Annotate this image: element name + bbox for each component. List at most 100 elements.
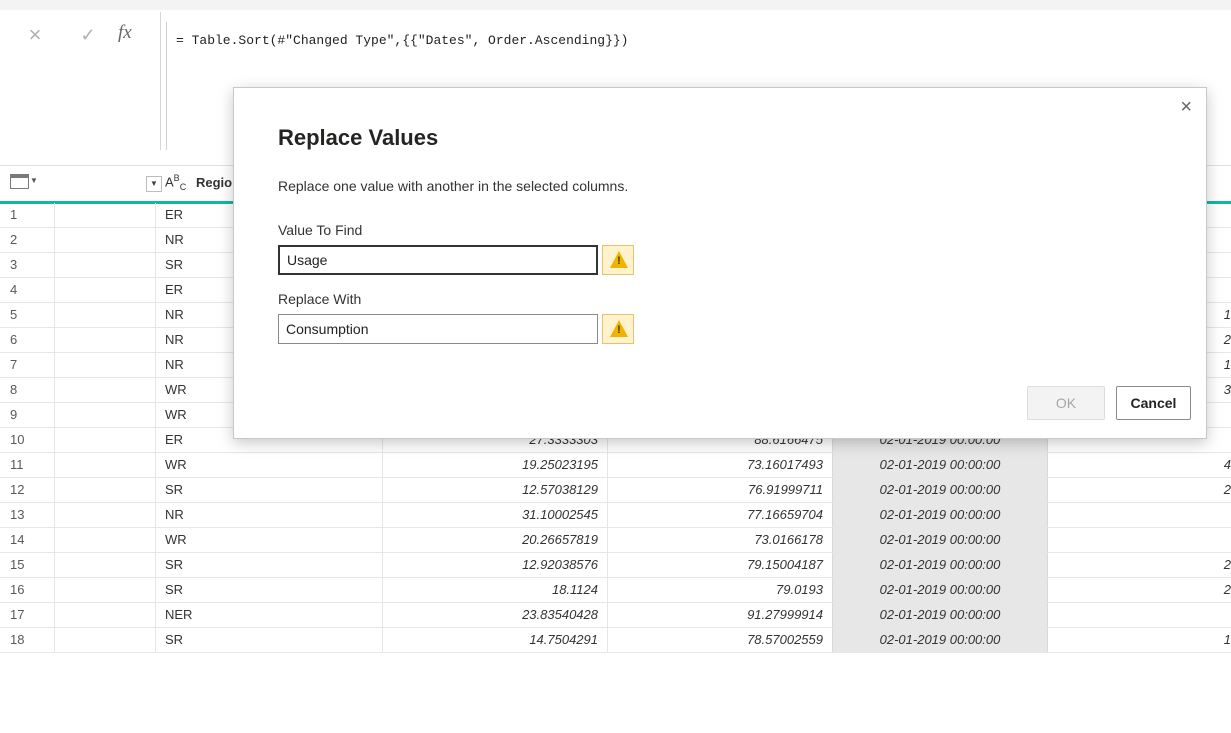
blank-cell <box>55 603 155 627</box>
date-cell[interactable]: 02-01-2019 00:00:00 <box>832 578 1048 602</box>
row-number[interactable]: 11 <box>0 453 55 477</box>
date-cell[interactable]: 02-01-2019 00:00:00 <box>832 628 1048 652</box>
date-cell[interactable]: 02-01-2019 00:00:00 <box>832 478 1048 502</box>
row-number[interactable]: 9 <box>0 403 55 427</box>
row-number[interactable]: 14 <box>0 528 55 552</box>
value-cell[interactable] <box>1210 428 1231 452</box>
value-cell[interactable]: 3 <box>1210 378 1231 402</box>
column-divider <box>155 353 156 377</box>
value-cell[interactable]: 73.16017493 <box>608 453 823 477</box>
replace-with-input[interactable] <box>278 314 598 344</box>
row-number[interactable]: 12 <box>0 478 55 502</box>
commit-formula-icon[interactable]: ✓ <box>75 22 101 48</box>
table-menu-icon[interactable] <box>10 174 29 189</box>
table-row[interactable]: 12 SR 12.57038129 76.91999711 02-01-2019 00:… <box>0 478 1231 503</box>
value-cell[interactable]: 2 <box>1210 478 1231 502</box>
date-cell[interactable]: 02-01-2019 00:00:00 <box>832 453 1048 477</box>
value-to-find-input[interactable] <box>278 245 598 275</box>
region-column-header[interactable]: Regio <box>196 175 232 190</box>
value-cell[interactable] <box>1210 253 1231 277</box>
value-cell[interactable] <box>1210 403 1231 427</box>
value-cell[interactable]: 76.91999711 <box>608 478 823 502</box>
row-number[interactable]: 5 <box>0 303 55 327</box>
row-number[interactable]: 8 <box>0 378 55 402</box>
table-row[interactable]: 14 WR 20.26657819 73.0166178 02-01-2019 00:0… <box>0 528 1231 553</box>
table-row[interactable]: 18 SR 14.7504291 78.57002559 02-01-2019 00:0… <box>0 628 1231 653</box>
row-number[interactable]: 3 <box>0 253 55 277</box>
row-number[interactable]: 6 <box>0 328 55 352</box>
date-cell[interactable]: 02-01-2019 00:00:00 <box>832 503 1048 527</box>
table-row[interactable]: 15 SR 12.92038576 79.15004187 02-01-2019 00:… <box>0 553 1231 578</box>
region-cell[interactable]: SR <box>165 478 365 502</box>
value-cell[interactable]: 1 <box>1210 303 1231 327</box>
value-cell[interactable]: 73.0166178 <box>608 528 823 552</box>
value-cell[interactable]: 31.10002545 <box>383 503 598 527</box>
table-row[interactable]: 11 WR 19.25023195 73.16017493 02-01-2019 00:… <box>0 453 1231 478</box>
table-row[interactable]: 16 SR 18.1124 79.0193 02-01-2019 00:00:00 2 <box>0 578 1231 603</box>
value-cell[interactable]: 4 <box>1210 453 1231 477</box>
value-cell[interactable]: 19.25023195 <box>383 453 598 477</box>
cancel-button[interactable]: Cancel <box>1116 386 1191 420</box>
cancel-formula-icon[interactable]: × <box>22 22 48 48</box>
row-number[interactable]: 4 <box>0 278 55 302</box>
value-cell[interactable] <box>1210 603 1231 627</box>
value-cell[interactable]: 20.26657819 <box>383 528 598 552</box>
find-warning-icon[interactable]: ! <box>602 245 634 275</box>
value-cell[interactable]: 14.7504291 <box>383 628 598 652</box>
value-cell[interactable]: 79.15004187 <box>608 553 823 577</box>
row-number[interactable]: 13 <box>0 503 55 527</box>
table-row[interactable]: 17 NER 23.83540428 91.27999914 02-01-2019 00… <box>0 603 1231 628</box>
region-cell[interactable]: WR <box>165 453 365 477</box>
close-icon[interactable]: × <box>1180 96 1192 119</box>
text-type-icon[interactable]: ABC <box>165 173 186 192</box>
region-cell[interactable]: SR <box>165 553 365 577</box>
row-number[interactable]: 7 <box>0 353 55 377</box>
value-cell[interactable]: 77.16659704 <box>608 503 823 527</box>
value-cell[interactable]: 1 <box>1210 353 1231 377</box>
blank-cell <box>55 528 155 552</box>
value-cell[interactable]: 18.1124 <box>383 578 598 602</box>
row-number[interactable]: 2 <box>0 228 55 252</box>
region-cell[interactable]: WR <box>165 528 365 552</box>
fx-icon[interactable]: fx <box>118 22 132 44</box>
value-cell[interactable]: 91.27999914 <box>608 603 823 627</box>
row-number[interactable]: 17 <box>0 603 55 627</box>
ok-button[interactable]: OK <box>1027 386 1105 420</box>
table-row[interactable]: 13 NR 31.10002545 77.16659704 02-01-2019 00:… <box>0 503 1231 528</box>
replace-warning-icon[interactable]: ! <box>602 314 634 344</box>
value-cell[interactable]: 12.57038129 <box>383 478 598 502</box>
row-number[interactable]: 15 <box>0 553 55 577</box>
column-divider <box>155 578 156 602</box>
value-cell[interactable]: 1 <box>1210 628 1231 652</box>
row-number[interactable]: 10 <box>0 428 55 452</box>
table-menu-caret-icon[interactable]: ▼ <box>30 176 38 185</box>
column-filter-icon[interactable]: ▼ <box>146 176 162 192</box>
date-cell[interactable]: 02-01-2019 00:00:00 <box>832 603 1048 627</box>
date-cell[interactable]: 02-01-2019 00:00:00 <box>832 528 1048 552</box>
row-number[interactable]: 18 <box>0 628 55 652</box>
value-cell[interactable]: 23.83540428 <box>383 603 598 627</box>
formula-text[interactable]: = Table.Sort(#"Changed Type",{{"Dates", … <box>176 33 628 48</box>
date-cell[interactable]: 02-01-2019 00:00:00 <box>832 553 1048 577</box>
column-divider <box>155 203 156 227</box>
region-cell[interactable]: NR <box>165 503 365 527</box>
column-divider <box>155 628 156 652</box>
value-cell[interactable]: 79.0193 <box>608 578 823 602</box>
region-cell[interactable]: SR <box>165 628 365 652</box>
column-divider <box>155 328 156 352</box>
value-cell[interactable]: 2 <box>1210 553 1231 577</box>
region-cell[interactable]: SR <box>165 578 365 602</box>
value-cell[interactable]: 12.92038576 <box>383 553 598 577</box>
value-cell[interactable] <box>1210 503 1231 527</box>
region-cell[interactable]: NER <box>165 603 365 627</box>
row-number[interactable]: 16 <box>0 578 55 602</box>
value-cell[interactable] <box>1210 278 1231 302</box>
value-cell[interactable]: 2 <box>1210 578 1231 602</box>
value-cell[interactable] <box>1210 528 1231 552</box>
blank-cell <box>55 553 155 577</box>
row-number[interactable]: 1 <box>0 203 55 227</box>
value-cell[interactable]: 78.57002559 <box>608 628 823 652</box>
value-cell[interactable]: 2 <box>1210 328 1231 352</box>
value-cell[interactable] <box>1210 203 1231 227</box>
value-cell[interactable] <box>1210 228 1231 252</box>
